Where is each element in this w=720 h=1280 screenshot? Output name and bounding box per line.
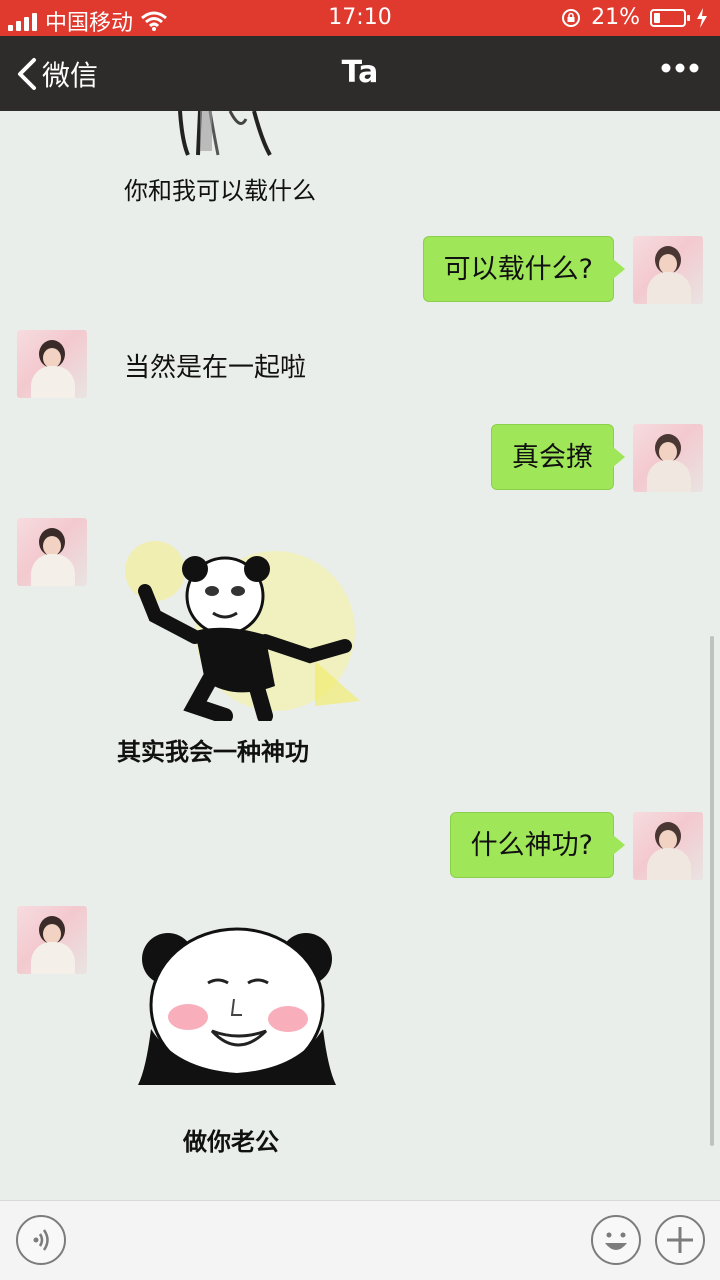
input-toolbar [0, 1200, 720, 1280]
battery-percent: 21% [591, 5, 640, 30]
my-avatar[interactable] [633, 424, 703, 492]
message-bubble-outgoing[interactable]: 什么神功? [449, 812, 626, 878]
sticker-caption: 其实我会一种神功 [117, 738, 309, 766]
status-right: 21% [561, 5, 708, 30]
more-icon[interactable] [660, 62, 700, 74]
contact-avatar[interactable] [17, 518, 87, 586]
nav-bar: 微信 Ta [0, 36, 720, 111]
status-bar: 中国移动 17:10 21% [0, 0, 720, 36]
charging-icon [697, 7, 707, 28]
sticker-panda-blush[interactable] [138, 919, 336, 1089]
panda-sticker-image [125, 541, 360, 724]
sticker-partial-top[interactable] [170, 111, 290, 159]
voice-button[interactable] [16, 1215, 66, 1265]
sticker-figure-image [178, 111, 272, 156]
panda-sticker-image [138, 927, 336, 1085]
sticker-caption: 做你老公 [183, 1128, 279, 1156]
voice-icon [33, 1229, 49, 1251]
message-text: 真会撩 [512, 442, 593, 473]
emoji-button[interactable] [591, 1215, 641, 1265]
contact-avatar[interactable] [17, 906, 87, 974]
battery-icon [650, 8, 690, 27]
plus-button[interactable] [655, 1215, 705, 1265]
message-text: 可以载什么? [443, 254, 593, 285]
emoji-icon [605, 1232, 627, 1250]
contact-avatar[interactable] [17, 330, 87, 398]
rotation-lock-icon [562, 8, 581, 27]
sticker-panda-kungfu[interactable] [115, 531, 365, 724]
chat-scrollbar[interactable] [710, 636, 714, 1146]
chat-title: Ta [341, 55, 379, 90]
plus-icon [667, 1227, 693, 1253]
chat-area[interactable]: 你和我可以载什么 可以载什么? 当然是在一起啦 真会撩 其实我会一种神功 什么神… [0, 111, 720, 1200]
message-bubble-outgoing[interactable]: 真会撩 [491, 424, 625, 490]
my-avatar[interactable] [633, 236, 703, 304]
my-avatar[interactable] [633, 812, 703, 880]
message-text: 你和我可以载什么 [124, 177, 316, 205]
message-bubble-outgoing[interactable]: 可以载什么? [422, 236, 626, 302]
message-text: 当然是在一起啦 [124, 353, 307, 383]
message-text: 什么神功? [470, 830, 593, 861]
